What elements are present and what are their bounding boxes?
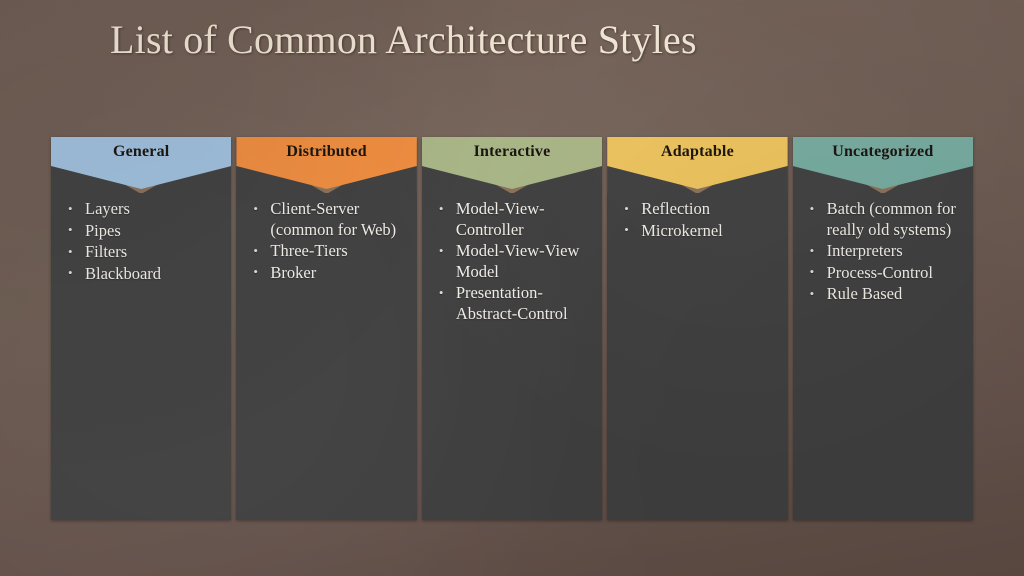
column-item-list: Model-View-ControllerModel-View-View Mod…	[429, 198, 596, 326]
list-item: Process-Control	[800, 262, 967, 284]
column-header-label: Interactive	[473, 143, 551, 160]
list-item: Interpreters	[800, 241, 967, 262]
list-item: Rule Based	[800, 284, 967, 305]
architecture-column: Interactive Model-View-ControllerModel-Vi…	[421, 137, 603, 520]
column-header-label: Distributed	[286, 143, 367, 160]
slide-canvas: List of Common Architecture Styles Gener…	[0, 0, 1024, 576]
list-item: Blackboard	[58, 263, 225, 285]
list-item: Microkernel	[614, 220, 781, 242]
column-item-list: LayersPipesFiltersBlackboard	[58, 199, 225, 285]
list-item: Batch (common for really old systems)	[800, 198, 967, 240]
list-item: Model-View-Controller	[429, 198, 596, 240]
list-item: Filters	[58, 242, 225, 263]
column-header-label: Uncategorized	[832, 143, 934, 160]
list-item: Presentation-Abstract-Control	[429, 283, 596, 324]
architecture-column: Adaptable ReflectionMicrokernel	[607, 137, 788, 520]
architecture-column: Uncategorized Batch (common for really ol…	[792, 137, 974, 520]
list-item: Reflection	[614, 199, 781, 220]
column-header-label: Adaptable	[660, 143, 734, 160]
architecture-column: Distributed Client-Server (common for Web…	[236, 137, 417, 520]
column-item-list: Client-Server (common for Web)Three-Tier…	[243, 198, 410, 284]
list-item: Layers	[58, 199, 225, 220]
list-item: Client-Server (common for Web)	[243, 198, 410, 240]
list-item: Broker	[243, 262, 410, 284]
column-item-list: ReflectionMicrokernel	[614, 199, 781, 242]
page-title: List of Common Architecture Styles	[110, 17, 697, 62]
list-item: Three-Tiers	[243, 241, 410, 262]
architecture-style-columns: GeneralLayersPipesFiltersBlackboardDistr…	[51, 137, 974, 520]
list-item: Pipes	[58, 220, 225, 242]
list-item: Model-View-View Model	[429, 241, 596, 282]
column-header-label: General	[112, 143, 170, 160]
architecture-column: General LayersPipesFiltersBlackboard	[51, 137, 232, 520]
column-item-list: Batch (common for really old systems)Int…	[800, 198, 967, 306]
